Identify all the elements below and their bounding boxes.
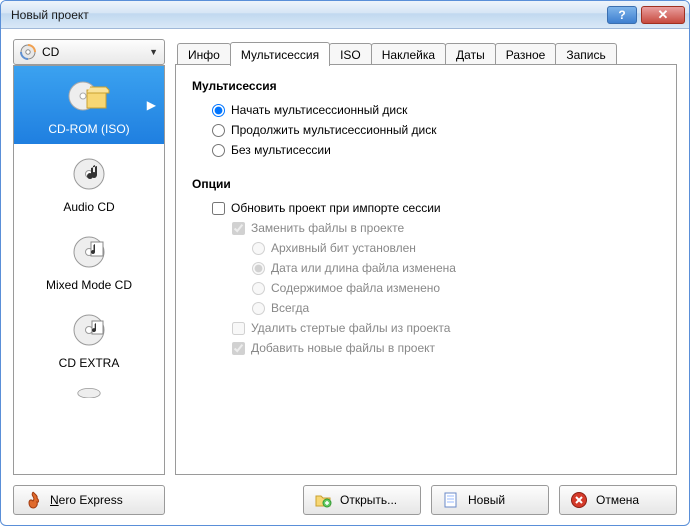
radio-always: Всегда <box>252 301 660 315</box>
check-add-new: Добавить новые файлы в проект <box>232 341 660 355</box>
radio-input[interactable] <box>212 124 225 137</box>
project-audio-cd[interactable]: Audio CD <box>14 144 164 222</box>
project-cd-extra[interactable]: CD EXTRA <box>14 300 164 378</box>
section-multisession-title: Мультисессия <box>192 79 660 93</box>
dropdown-label: CD <box>42 45 149 59</box>
radio-label: Дата или длина файла изменена <box>271 261 456 275</box>
radio-label: Содержимое файла изменено <box>271 281 440 295</box>
cancel-button[interactable]: Отмена <box>559 485 677 515</box>
selection-arrow-icon: ▶ <box>147 98 156 112</box>
footer-buttons: Nero Express Открыть... Новый <box>13 475 677 515</box>
project-label: Audio CD <box>18 200 160 214</box>
tab-misc[interactable]: Разное <box>495 43 557 66</box>
cdrom-folder-icon <box>67 76 111 116</box>
radio-label: Архивный бит установлен <box>271 241 416 255</box>
button-label: Nero Express <box>50 493 123 507</box>
settings-panel: Мультисессия Начать мультисессионный дис… <box>175 64 677 475</box>
new-document-icon <box>442 491 460 509</box>
help-button[interactable]: ? <box>607 6 637 24</box>
radio-input <box>252 282 265 295</box>
radio-content-changed: Содержимое файла изменено <box>252 281 660 295</box>
titlebar: Новый проект ? ✕ <box>1 1 689 29</box>
audio-cd-icon <box>67 154 111 194</box>
project-label: CD EXTRA <box>18 356 160 370</box>
radio-label: Всегда <box>271 301 309 315</box>
project-more[interactable] <box>14 378 164 398</box>
main-row: CD-ROM (ISO) ▶ Audio CD <box>13 65 677 475</box>
section-options-title: Опции <box>192 177 660 191</box>
radio-archive-bit: Архивный бит установлен <box>252 241 660 255</box>
chevron-down-icon: ▼ <box>149 47 158 57</box>
tab-label[interactable]: Наклейка <box>371 43 446 66</box>
project-cdrom-iso[interactable]: CD-ROM (ISO) ▶ <box>14 66 164 144</box>
radio-label: Продолжить мультисессионный диск <box>231 123 437 137</box>
radio-label: Начать мультисессионный диск <box>231 103 407 117</box>
top-row: CD ▼ Инфо Мультисессия ISO Наклейка Даты… <box>13 39 677 65</box>
checkbox-label: Обновить проект при импорте сессии <box>231 201 441 215</box>
flame-icon <box>24 491 42 509</box>
checkbox-input <box>232 322 245 335</box>
checkbox-input <box>232 222 245 235</box>
tab-burn[interactable]: Запись <box>555 43 616 66</box>
checkbox-label: Добавить новые файлы в проект <box>251 341 435 355</box>
checkbox-label: Заменить файлы в проекте <box>251 221 404 235</box>
dialog-window: Новый проект ? ✕ CD ▼ Инфо Мультисессия … <box>0 0 690 526</box>
radio-input <box>252 242 265 255</box>
radio-no-multisession[interactable]: Без мультисессии <box>212 143 660 157</box>
tabs: Инфо Мультисессия ISO Наклейка Даты Разн… <box>177 39 616 65</box>
tab-multisession[interactable]: Мультисессия <box>230 42 330 66</box>
radio-input[interactable] <box>212 144 225 157</box>
button-label: Отмена <box>596 493 639 507</box>
project-mixed-mode[interactable]: Mixed Mode CD <box>14 222 164 300</box>
radio-label: Без мультисессии <box>231 143 331 157</box>
mixed-mode-icon <box>67 232 111 272</box>
radio-start-multisession[interactable]: Начать мультисессионный диск <box>212 103 660 117</box>
checkbox-label: Удалить стертые файлы из проекта <box>251 321 450 335</box>
radio-input <box>252 262 265 275</box>
tab-dates[interactable]: Даты <box>445 43 496 66</box>
open-button[interactable]: Открыть... <box>303 485 421 515</box>
button-label: Открыть... <box>340 493 397 507</box>
cd-extra-icon <box>67 310 111 350</box>
button-label: Новый <box>468 493 505 507</box>
project-label: Mixed Mode CD <box>18 278 160 292</box>
new-button[interactable]: Новый <box>431 485 549 515</box>
checkbox-input <box>232 342 245 355</box>
checkbox-input[interactable] <box>212 202 225 215</box>
disc-icon <box>67 382 111 398</box>
content-area: CD ▼ Инфо Мультисессия ISO Наклейка Даты… <box>1 29 689 525</box>
folder-open-icon <box>314 491 332 509</box>
close-button[interactable]: ✕ <box>641 6 685 24</box>
radio-input <box>252 302 265 315</box>
radio-date-length: Дата или длина файла изменена <box>252 261 660 275</box>
project-label: CD-ROM (ISO) <box>18 122 160 136</box>
radio-continue-multisession[interactable]: Продолжить мультисессионный диск <box>212 123 660 137</box>
tab-info[interactable]: Инфо <box>177 43 231 66</box>
check-replace-files: Заменить файлы в проекте <box>232 221 660 235</box>
check-update-project[interactable]: Обновить проект при импорте сессии <box>212 201 660 215</box>
project-type-list[interactable]: CD-ROM (ISO) ▶ Audio CD <box>13 65 165 475</box>
tab-iso[interactable]: ISO <box>329 43 372 66</box>
check-delete-erased: Удалить стертые файлы из проекта <box>232 321 660 335</box>
window-buttons: ? ✕ <box>607 6 685 24</box>
disc-icon <box>20 44 36 60</box>
radio-input[interactable] <box>212 104 225 117</box>
window-title: Новый проект <box>11 8 607 22</box>
cancel-icon <box>570 491 588 509</box>
media-type-dropdown[interactable]: CD ▼ <box>13 39 165 65</box>
nero-express-button[interactable]: Nero Express <box>13 485 165 515</box>
